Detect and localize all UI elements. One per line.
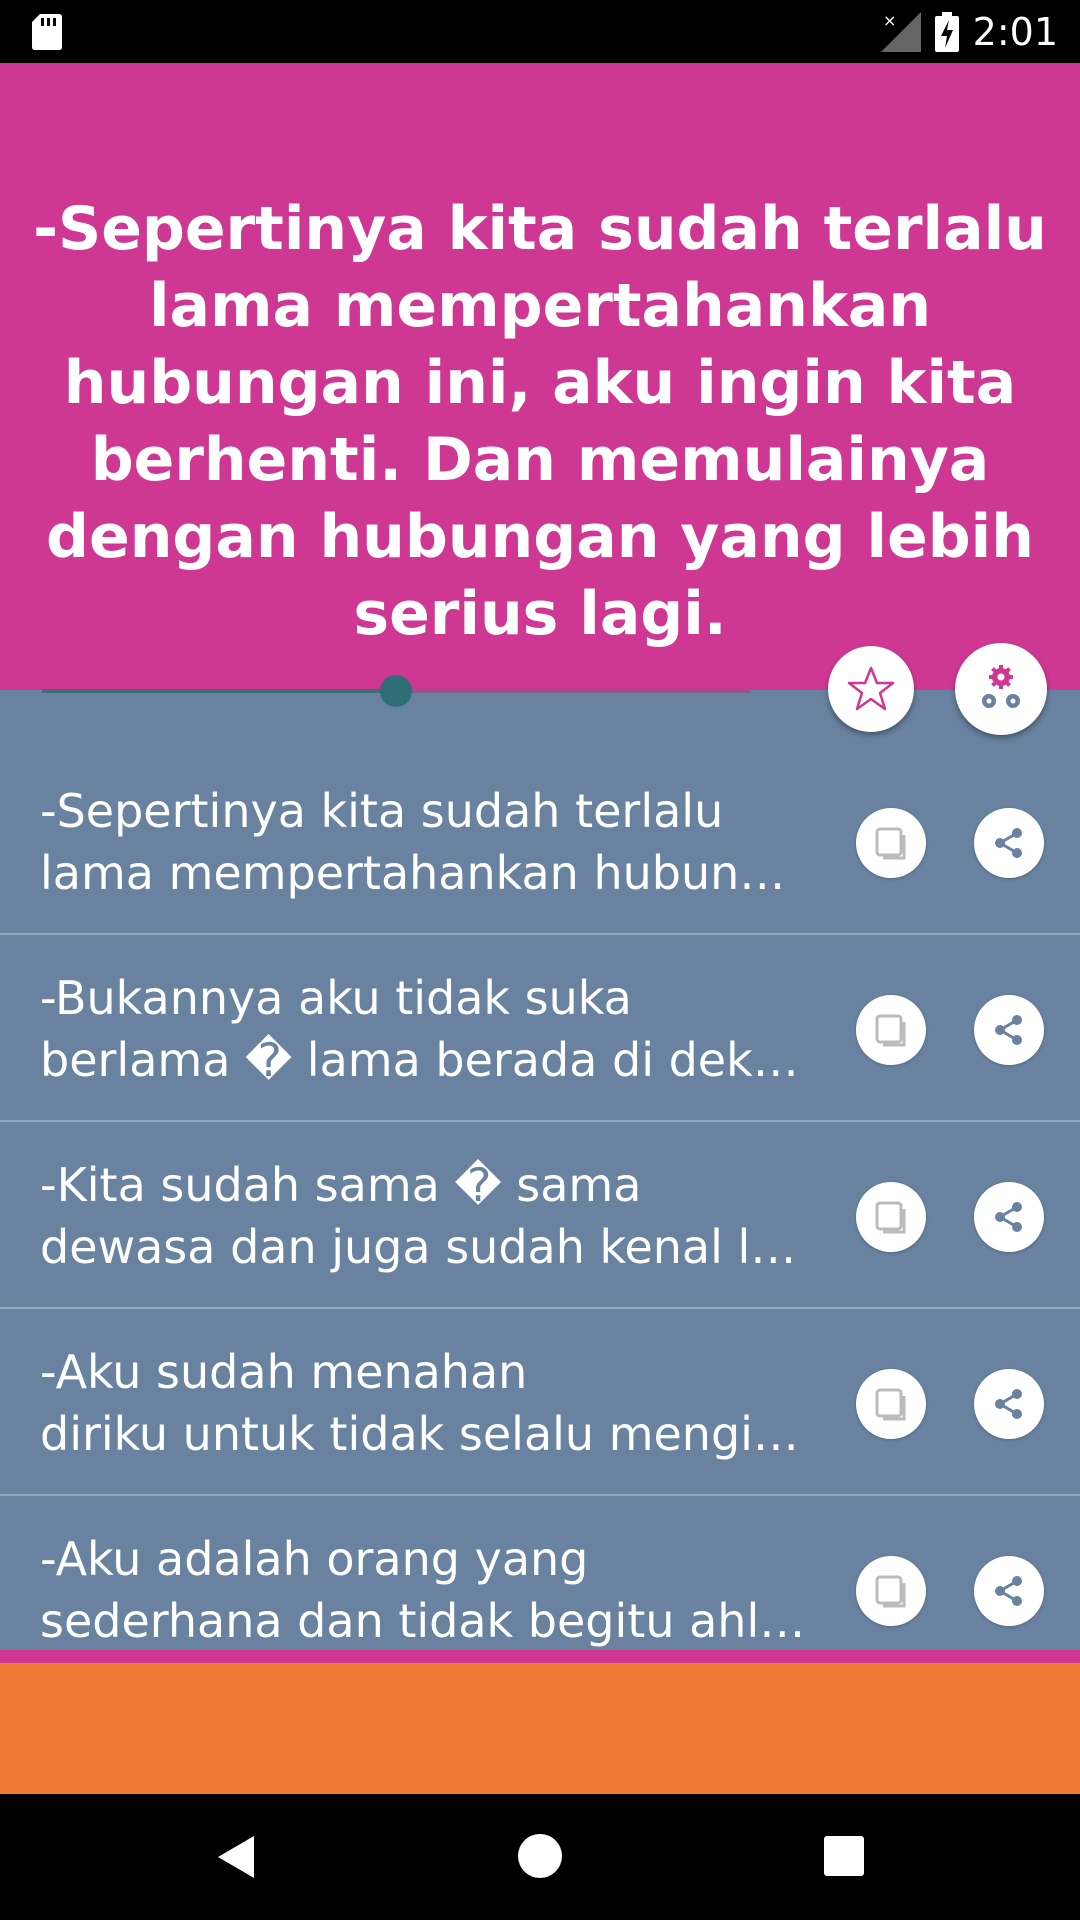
settings-button[interactable] [955, 643, 1047, 735]
sd-card-icon [32, 14, 62, 50]
featured-quote-text: -Sepertinya kita sudah terlalu lama memp… [33, 194, 1047, 649]
quotes-list[interactable]: -Sepertinya kita sudah terlalu lama memp… [0, 690, 1080, 1650]
share-icon [995, 1576, 1022, 1606]
back-icon[interactable] [214, 1834, 258, 1880]
share-button[interactable] [974, 808, 1044, 878]
copy-icon [875, 1575, 906, 1608]
gear-icon [982, 665, 1020, 708]
share-icon [995, 828, 1022, 858]
share-button[interactable] [974, 1556, 1044, 1626]
share-button[interactable] [974, 1369, 1044, 1439]
list-item-text[interactable]: -Kita sudah sama � sama dewasa dan juga … [40, 1154, 800, 1278]
divider [0, 1650, 1080, 1663]
recents-icon[interactable] [824, 1836, 864, 1876]
copy-button[interactable] [856, 808, 926, 878]
ad-banner[interactable] [0, 1663, 1080, 1794]
list-item-text[interactable]: -Sepertinya kita sudah terlalu lama memp… [40, 780, 800, 904]
list-item-line1: -Aku sudah menahan [40, 1345, 528, 1399]
progress-thumb[interactable] [380, 675, 412, 707]
list-item-line2: diriku untuk tidak selalu mengi… [40, 1407, 799, 1461]
list-item-line1: -Bukannya aku tidak suka [40, 971, 632, 1025]
copy-button[interactable] [856, 995, 926, 1065]
svg-text:×: × [883, 12, 896, 30]
share-icon [995, 1202, 1022, 1232]
navigation-bar [0, 1794, 1080, 1920]
list-item-line1: -Sepertinya kita sudah terlalu [40, 784, 724, 838]
copy-button[interactable] [856, 1182, 926, 1252]
copy-icon [875, 1014, 906, 1047]
list-item[interactable]: -Kita sudah sama � sama dewasa dan juga … [0, 1122, 1080, 1309]
star-icon [847, 666, 895, 711]
copy-icon [875, 1388, 906, 1421]
list-item-line1: -Kita sudah sama � sama [40, 1158, 642, 1212]
clock: 2:01 [972, 9, 1058, 54]
status-bar: × 2:01 [0, 0, 1080, 63]
share-button[interactable] [974, 995, 1044, 1065]
share-button[interactable] [974, 1182, 1044, 1252]
progress-remaining [396, 689, 750, 693]
copy-icon [875, 1201, 906, 1234]
list-item-line1: -Aku adalah orang yang [40, 1532, 589, 1586]
favorite-button[interactable] [828, 646, 914, 732]
list-item-text[interactable]: -Aku sudah menahan diriku untuk tidak se… [40, 1341, 800, 1465]
list-item-line2: lama mempertahankan hubun… [40, 846, 786, 900]
list-item-line2: sederhana dan tidak begitu ahl… [40, 1594, 800, 1648]
share-icon [995, 1015, 1022, 1045]
share-icon [995, 1389, 1022, 1419]
home-icon[interactable] [518, 1834, 562, 1878]
list-item-text[interactable]: -Bukannya aku tidak suka berlama � lama … [40, 967, 800, 1091]
featured-quote-panel: -Sepertinya kita sudah terlalu lama memp… [0, 63, 1080, 690]
copy-button[interactable] [856, 1556, 926, 1626]
list-item[interactable]: -Bukannya aku tidak suka berlama � lama … [0, 935, 1080, 1122]
list-item-text[interactable]: -Aku adalah orang yang sederhana dan tid… [40, 1528, 800, 1652]
list-item-line2: dewasa dan juga sudah kenal l… [40, 1220, 797, 1274]
signal-off-icon: × [880, 11, 921, 52]
battery-charging-icon [934, 11, 959, 52]
list-item-line2: berlama � lama berada di dek… [40, 1033, 799, 1087]
list-item[interactable]: -Sepertinya kita sudah terlalu lama memp… [0, 748, 1080, 935]
list-item[interactable]: -Aku sudah menahan diriku untuk tidak se… [0, 1309, 1080, 1496]
copy-icon [875, 827, 906, 860]
copy-button[interactable] [856, 1369, 926, 1439]
